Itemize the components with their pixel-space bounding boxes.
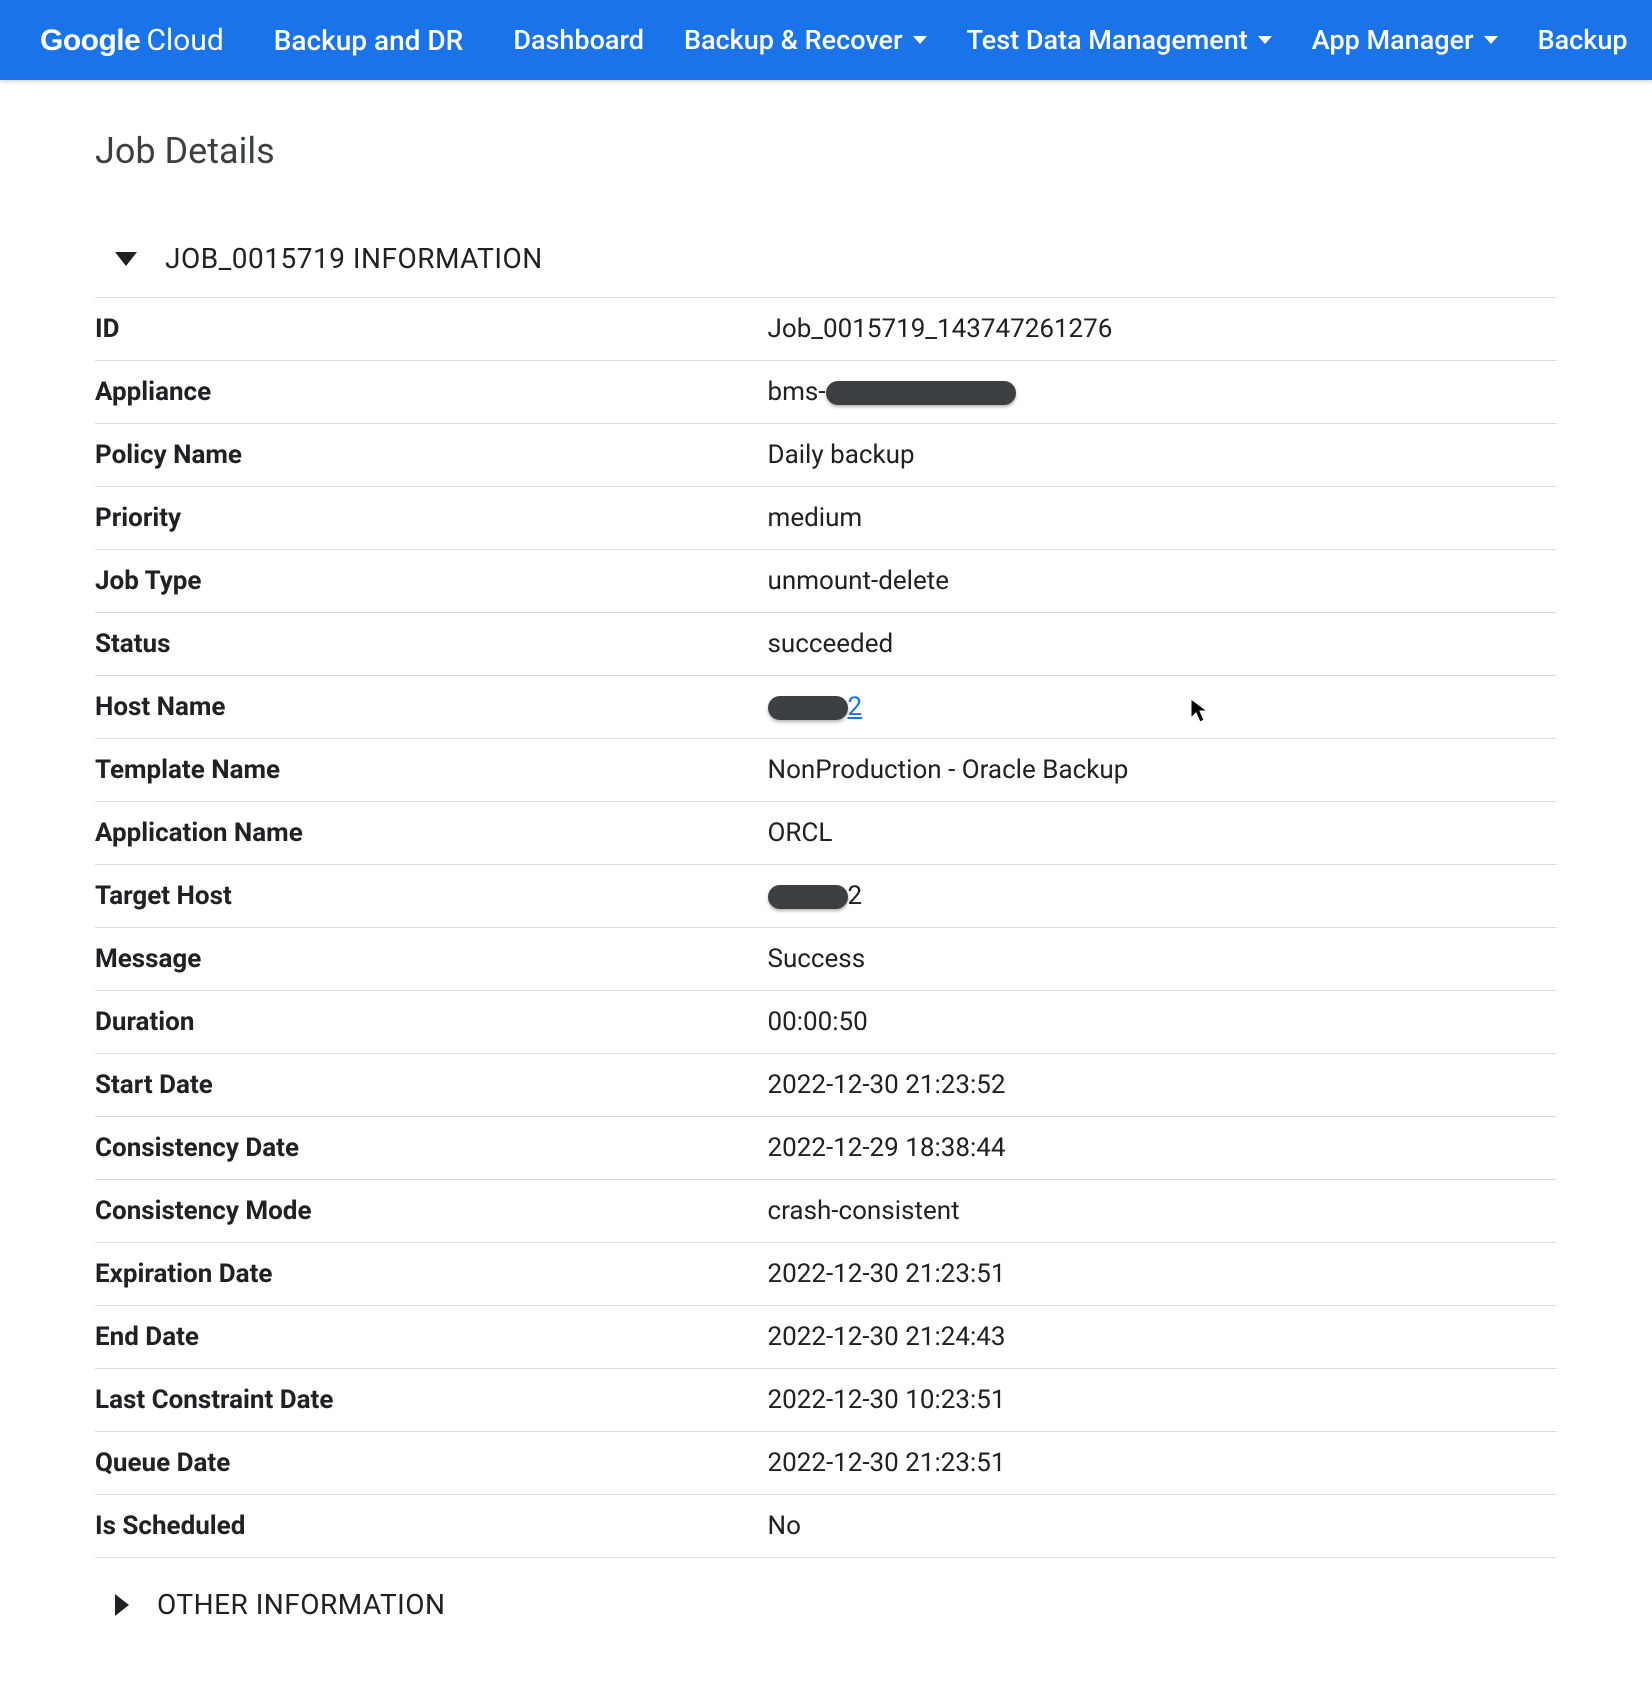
row-label: Status: [95, 613, 768, 676]
table-row: ID Job_0015719_143747261276: [95, 298, 1557, 361]
top-header-bar: Google Cloud Backup and DR Dashboard Bac…: [0, 0, 1652, 80]
row-value: crash-consistent: [768, 1180, 1557, 1243]
chevron-down-icon: [1258, 36, 1272, 44]
nav-item-label: Backup: [1538, 24, 1628, 56]
row-value: succeeded: [768, 613, 1557, 676]
table-row: Job Type unmount-delete: [95, 550, 1557, 613]
section-title-job-info: JOB_0015719 INFORMATION: [165, 242, 543, 275]
host-name-link[interactable]: 2: [848, 692, 863, 722]
table-row: Status succeeded: [95, 613, 1557, 676]
row-value: 00:00:50: [768, 991, 1557, 1054]
section-header-other-info[interactable]: OTHER INFORMATION: [95, 1578, 1557, 1631]
google-logo-text: Google: [40, 24, 140, 58]
value-text: 2: [848, 881, 863, 911]
table-row: Duration 00:00:50: [95, 991, 1557, 1054]
row-label: Appliance: [95, 361, 768, 424]
table-row: Application Name ORCL: [95, 802, 1557, 865]
nav-app-manager[interactable]: App Manager: [1312, 24, 1498, 56]
page-title: Job Details: [95, 130, 1557, 172]
row-label: Consistency Date: [95, 1117, 768, 1180]
nav-item-label: App Manager: [1312, 24, 1474, 56]
nav-dashboard[interactable]: Dashboard: [513, 24, 644, 56]
table-row: Template Name NonProduction - Oracle Bac…: [95, 739, 1557, 802]
google-cloud-logo[interactable]: Google Cloud: [40, 23, 224, 58]
cloud-logo-text: Cloud: [146, 23, 223, 58]
table-row: Host Name 2: [95, 676, 1557, 739]
row-value: 2022-12-30 21:23:52: [768, 1054, 1557, 1117]
row-value: 2022-12-30 21:23:51: [768, 1432, 1557, 1495]
table-row: Appliance bms-: [95, 361, 1557, 424]
row-label: ID: [95, 298, 768, 361]
row-label: Template Name: [95, 739, 768, 802]
row-label: Host Name: [95, 676, 768, 739]
nav-test-data-management[interactable]: Test Data Management: [967, 24, 1272, 56]
row-label: Expiration Date: [95, 1243, 768, 1306]
table-row: Last Constraint Date 2022-12-30 10:23:51: [95, 1369, 1557, 1432]
row-value: 2022-12-30 10:23:51: [768, 1369, 1557, 1432]
nav-backup[interactable]: Backup: [1538, 24, 1628, 56]
table-row: Is Scheduled No: [95, 1495, 1557, 1558]
row-value: unmount-delete: [768, 550, 1557, 613]
nav-item-label: Dashboard: [513, 24, 644, 56]
row-label: Last Constraint Date: [95, 1369, 768, 1432]
row-label: Job Type: [95, 550, 768, 613]
section-header-job-info[interactable]: JOB_0015719 INFORMATION: [95, 232, 1557, 285]
chevron-down-icon: [1484, 36, 1498, 44]
row-value: Daily backup: [768, 424, 1557, 487]
table-row: Priority medium: [95, 487, 1557, 550]
redacted-pill: [768, 696, 848, 720]
row-label: End Date: [95, 1306, 768, 1369]
row-label: Duration: [95, 991, 768, 1054]
row-label: Message: [95, 928, 768, 991]
row-label: Start Date: [95, 1054, 768, 1117]
table-row: Start Date 2022-12-30 21:23:52: [95, 1054, 1557, 1117]
row-label: Target Host: [95, 865, 768, 928]
chevron-down-icon: [913, 36, 927, 44]
caret-down-icon: [115, 252, 137, 266]
product-name[interactable]: Backup and DR: [274, 24, 464, 57]
job-info-table: ID Job_0015719_143747261276 Appliance bm…: [95, 297, 1557, 1558]
row-value: 2: [768, 865, 1557, 928]
row-value: No: [768, 1495, 1557, 1558]
nav-item-label: Test Data Management: [967, 24, 1248, 56]
table-row: Queue Date 2022-12-30 21:23:51: [95, 1432, 1557, 1495]
row-value: medium: [768, 487, 1557, 550]
redacted-pill: [768, 885, 848, 909]
row-label: Queue Date: [95, 1432, 768, 1495]
row-value: 2022-12-30 21:24:43: [768, 1306, 1557, 1369]
value-text: bms-: [768, 377, 826, 407]
row-value: NonProduction - Oracle Backup: [768, 739, 1557, 802]
row-value: 2022-12-29 18:38:44: [768, 1117, 1557, 1180]
nav-item-label: Backup & Recover: [684, 24, 903, 56]
caret-right-icon: [115, 1594, 129, 1616]
row-value: 2022-12-30 21:23:51: [768, 1243, 1557, 1306]
row-value: 2: [768, 676, 1557, 739]
table-row: Consistency Mode crash-consistent: [95, 1180, 1557, 1243]
table-row: Expiration Date 2022-12-30 21:23:51: [95, 1243, 1557, 1306]
nav-backup-recover[interactable]: Backup & Recover: [684, 24, 927, 56]
table-row: Policy Name Daily backup: [95, 424, 1557, 487]
table-row: Target Host 2: [95, 865, 1557, 928]
row-value: Job_0015719_143747261276: [768, 298, 1557, 361]
row-value: ORCL: [768, 802, 1557, 865]
redacted-pill: [826, 381, 1016, 405]
table-row: Message Success: [95, 928, 1557, 991]
section-title-other-info: OTHER INFORMATION: [157, 1588, 446, 1621]
row-label: Application Name: [95, 802, 768, 865]
row-label: Policy Name: [95, 424, 768, 487]
nav-menu: Dashboard Backup & Recover Test Data Man…: [513, 24, 1627, 56]
table-row: Consistency Date 2022-12-29 18:38:44: [95, 1117, 1557, 1180]
table-row: End Date 2022-12-30 21:24:43: [95, 1306, 1557, 1369]
row-value: bms-: [768, 361, 1557, 424]
row-value: Success: [768, 928, 1557, 991]
row-label: Consistency Mode: [95, 1180, 768, 1243]
row-label: Is Scheduled: [95, 1495, 768, 1558]
row-label: Priority: [95, 487, 768, 550]
